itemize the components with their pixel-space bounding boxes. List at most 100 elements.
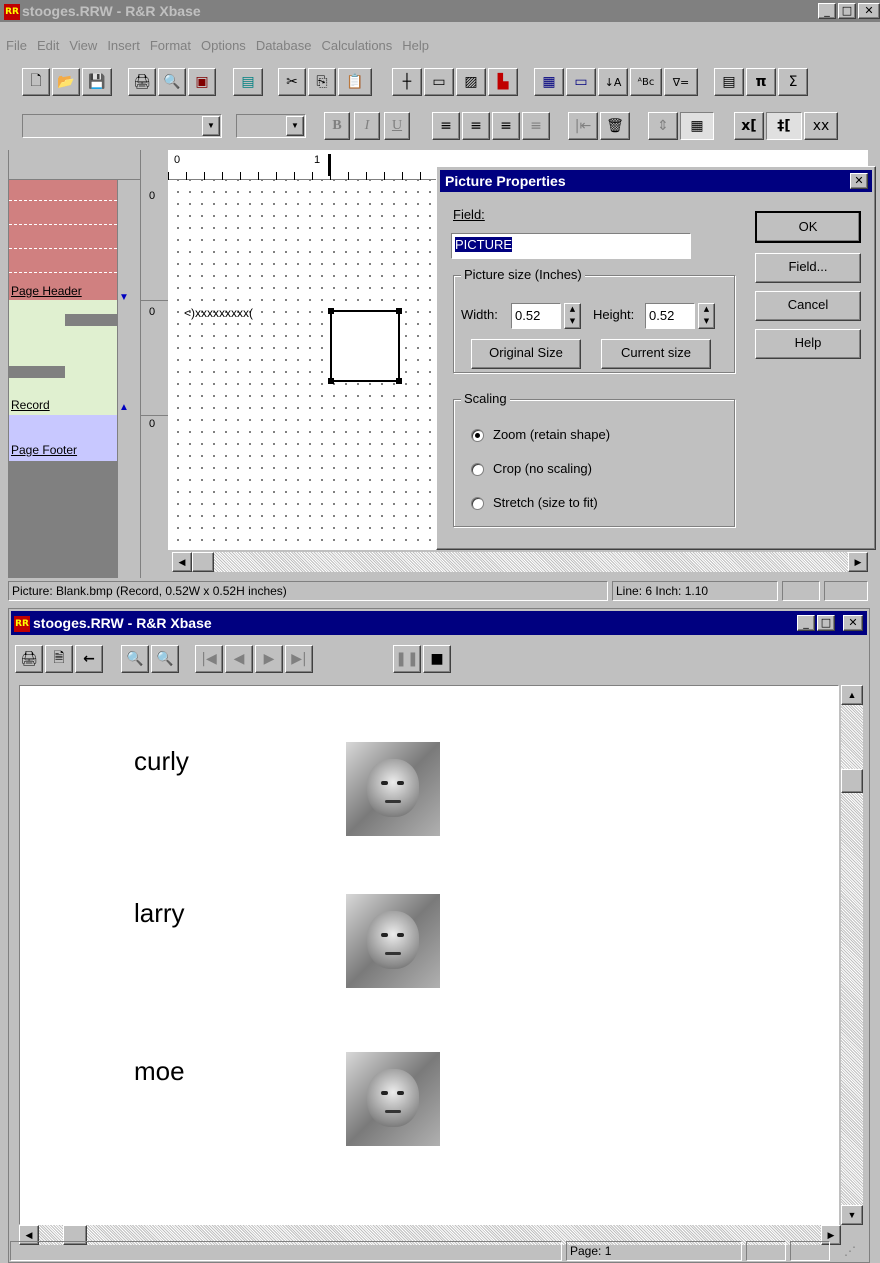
calculator-icon[interactable]: ▤ (714, 68, 744, 96)
sigma-icon[interactable]: Σ (778, 68, 808, 96)
menu-item-file[interactable]: File (6, 38, 27, 53)
crop-radio[interactable] (471, 463, 484, 476)
vspace-icon[interactable]: ⇕ (648, 112, 678, 140)
field-button[interactable]: Field... (755, 253, 861, 283)
align-right-icon[interactable]: ≡ (492, 112, 520, 140)
preview-vscroll[interactable]: ▲ ▼ (841, 685, 863, 1225)
pause-icon[interactable]: ❚❚ (393, 645, 421, 673)
ok-button[interactable]: OK (755, 211, 861, 243)
paste-icon[interactable]: 📋 (338, 68, 372, 96)
width-spinner[interactable]: ▲ ▼ (564, 303, 581, 329)
italic-button[interactable]: I (354, 112, 380, 140)
box-icon[interactable]: ▭ (424, 68, 454, 96)
justify-icon[interactable]: ≡ (522, 112, 550, 140)
page-icon[interactable]: 🗎 (45, 645, 73, 673)
abc-icon[interactable]: ᴬBc (630, 68, 662, 96)
band-label-footer: Page Footer (11, 443, 78, 457)
scroll-thumb[interactable] (841, 769, 863, 793)
next-page-icon[interactable]: ▶ (255, 645, 283, 673)
scroll-thumb[interactable] (192, 552, 214, 572)
new-doc-icon[interactable]: 🗋 (22, 68, 50, 96)
close-icon[interactable]: ✕ (850, 173, 868, 189)
stop-icon[interactable]: ■ (423, 645, 451, 673)
cut-icon[interactable]: ✂ (278, 68, 306, 96)
menu-item-format[interactable]: Format (150, 38, 191, 53)
underline-button[interactable]: U (384, 112, 410, 140)
image-icon[interactable]: ▤ (233, 68, 263, 96)
resize-grip-icon[interactable]: ⋰ (844, 1244, 856, 1258)
band-label-record: Record (11, 398, 50, 412)
close-icon[interactable]: ✕ (843, 615, 863, 631)
line-icon[interactable]: ┼ (392, 68, 422, 96)
picture-field-box[interactable] (328, 308, 402, 384)
picture-size-label: Picture size (Inches) (461, 267, 585, 282)
menu-item-database[interactable]: Database (256, 38, 312, 53)
maximize-icon[interactable]: □ (838, 3, 856, 19)
band-page-header[interactable]: Page Header (9, 180, 117, 300)
scroll-up-icon[interactable]: ▲ (841, 685, 863, 705)
height-input[interactable]: 0.52 (645, 303, 695, 329)
picture-icon[interactable]: ▣ (188, 68, 216, 96)
copy-icon[interactable]: ⎘ (308, 68, 336, 96)
align-left-icon[interactable]: ≡ (432, 112, 460, 140)
dropdown-arrow-icon[interactable]: ▼ (202, 116, 220, 136)
chart-icon[interactable]: ▙ (488, 68, 518, 96)
close-icon[interactable]: ✕ (858, 3, 880, 19)
minimize-icon[interactable]: _ (797, 615, 815, 631)
filter-icon[interactable]: ∇= (664, 68, 698, 96)
sort-icon[interactable]: ↓A (598, 68, 628, 96)
menu-item-calculations[interactable]: Calculations (321, 38, 392, 53)
font-size-combo[interactable]: ▼ (236, 114, 306, 138)
original-size-button[interactable]: Original Size (471, 339, 581, 369)
cancel-button[interactable]: Cancel (755, 291, 861, 321)
field-icon[interactable]: ▭ (566, 68, 596, 96)
last-page-icon[interactable]: ▶| (285, 645, 313, 673)
scroll-right-icon[interactable]: ▶ (848, 552, 868, 572)
record-field[interactable]: <)xxxxxxxxx( (184, 306, 253, 320)
print-icon[interactable]: 🖨 (128, 68, 156, 96)
bold-button[interactable]: B (324, 112, 350, 140)
scroll-left-icon[interactable]: ◀ (172, 552, 192, 572)
print-icon[interactable]: 🖨 (15, 645, 43, 673)
zoom-out-icon[interactable]: 🔍 (121, 645, 149, 673)
grid-snap-icon[interactable]: ▦ (680, 112, 714, 140)
first-page-icon[interactable]: |◀ (195, 645, 223, 673)
zoom-in-icon[interactable]: 🔍 (151, 645, 179, 673)
open-folder-icon[interactable]: 📂 (52, 68, 80, 96)
current-size-button[interactable]: Current size (601, 339, 711, 369)
menu-item-options[interactable]: Options (201, 38, 246, 53)
width-input[interactable]: 0.52 (511, 303, 561, 329)
save-icon[interactable]: 💾 (82, 68, 112, 96)
maximize-icon[interactable]: □ (817, 615, 835, 631)
band-page-footer[interactable]: Page Footer (9, 415, 117, 461)
main-toolbar: 🗋 📂 💾 🖨 🔍 ▣ ▤ ✂ ⎘ 📋 ┼ ▭ ▨ ▙ ▦ ▭ ↓A ᴬBc ∇… (0, 66, 880, 100)
height-spinner[interactable]: ▲ ▼ (698, 303, 715, 329)
help-button[interactable]: Help (755, 329, 861, 359)
indent-icon[interactable]: |⇤ (568, 112, 598, 140)
menu-item-edit[interactable]: Edit (37, 38, 59, 53)
prev-page-icon[interactable]: ◀ (225, 645, 253, 673)
dropdown-arrow-icon[interactable]: ▼ (286, 116, 304, 136)
font-name-combo[interactable]: ▼ (22, 114, 222, 138)
xx-button[interactable]: xx (804, 112, 838, 140)
field-input[interactable]: PICTURE (451, 233, 691, 259)
menu-item-view[interactable]: View (69, 38, 97, 53)
menu-item-help[interactable]: Help (402, 38, 429, 53)
tl-button[interactable]: ‡[ (766, 112, 802, 140)
back-arrow-icon[interactable]: ← (75, 645, 103, 673)
stretch-radio[interactable] (471, 497, 484, 510)
align-center-icon[interactable]: ≡ (462, 112, 490, 140)
xl-button[interactable]: x[ (734, 112, 764, 140)
preview-icon[interactable]: 🔍 (158, 68, 186, 96)
picture-field-icon[interactable]: ▨ (456, 68, 486, 96)
delete-icon[interactable]: 🗑 (600, 112, 630, 140)
preview-page: curly larry moe (19, 685, 839, 1225)
zoom-radio[interactable] (471, 429, 484, 442)
scroll-down-icon[interactable]: ▼ (841, 1205, 863, 1225)
table-icon[interactable]: ▦ (534, 68, 564, 96)
menu-item-insert[interactable]: Insert (107, 38, 140, 53)
designer-hscroll[interactable]: ◀ ▶ (172, 552, 868, 572)
pi-icon[interactable]: π (746, 68, 776, 96)
minimize-icon[interactable]: _ (818, 3, 836, 19)
band-record[interactable]: Record (9, 300, 117, 415)
